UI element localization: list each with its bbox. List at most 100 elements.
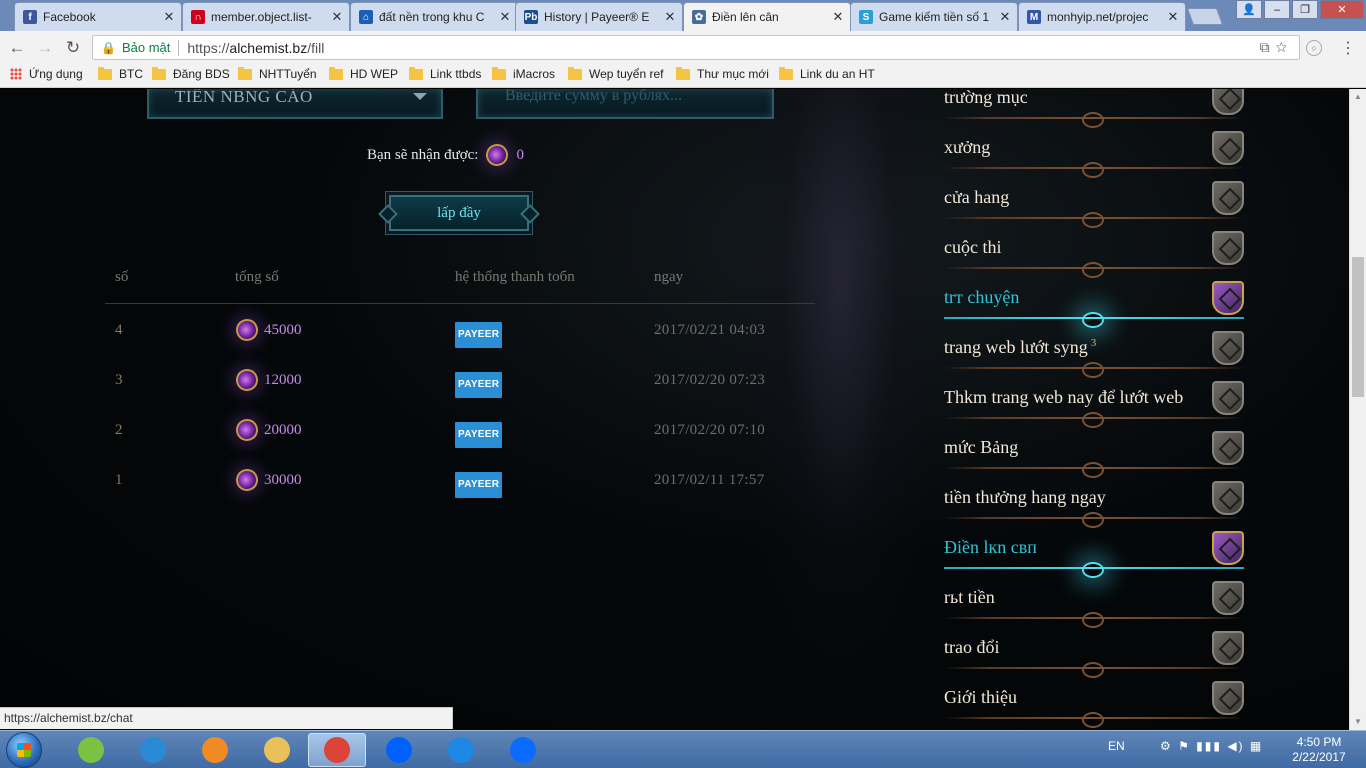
- row-amount: 12000: [231, 364, 302, 396]
- bookmark-folder[interactable]: Link ttbds: [409, 66, 481, 81]
- taskbar-app-internet-explorer[interactable]: [124, 733, 182, 767]
- bookmark-folder[interactable]: Thư mục mới: [676, 66, 769, 81]
- browser-tab[interactable]: f Facebook ✕: [14, 2, 182, 31]
- browser-tab[interactable]: ∩ member.object.list- ✕: [182, 2, 350, 31]
- reload-button[interactable]: ↻: [62, 37, 84, 59]
- ornamental-divider: [944, 162, 1244, 178]
- taskbar-app-zalo[interactable]: [494, 733, 552, 767]
- chrome-icon: [324, 737, 350, 763]
- taskbar-app-dropbox[interactable]: [370, 733, 428, 767]
- browser-tab[interactable]: Mmonhyip.net/projec ✕: [1018, 2, 1186, 31]
- start-button[interactable]: [6, 732, 42, 768]
- row-amount-value: 20000: [264, 422, 302, 438]
- ornamental-divider: [944, 262, 1244, 278]
- side-menu-item[interactable]: Thkm trang web nay để lướt web: [944, 381, 1244, 437]
- side-menu-label-text: cửa hang: [944, 187, 1010, 207]
- side-menu-item[interactable]: cửa hang: [944, 181, 1244, 237]
- back-button[interactable]: ←: [6, 37, 28, 59]
- extension-icon[interactable]: ○: [1306, 40, 1322, 56]
- close-tab-icon[interactable]: ✕: [329, 9, 345, 25]
- system-tray-icons[interactable]: ⚙ ⚑ ▮▮▮ ◀) ▦: [1160, 739, 1263, 753]
- side-menu-item[interactable]: Điền lкn свп: [944, 531, 1244, 587]
- secure-label[interactable]: Bảo mật: [122, 40, 170, 55]
- currency-select[interactable]: TIỀN NBNG CÁO: [147, 89, 443, 119]
- chrome-menu-icon[interactable]: ⋮: [1340, 38, 1356, 58]
- close-tab-icon[interactable]: ✕: [497, 9, 513, 25]
- side-menu-item[interactable]: Giới thiệu: [944, 681, 1244, 730]
- new-tab-button[interactable]: [1186, 8, 1224, 25]
- taskbar-app-media-player[interactable]: [186, 733, 244, 767]
- payeer-badge: PAYEER: [455, 472, 503, 498]
- scroll-up-icon[interactable]: ▲: [1350, 89, 1366, 105]
- shield-icon: [1212, 181, 1244, 215]
- favicon-icon: ∩: [191, 10, 205, 24]
- taskbar-app-cốc-cốc[interactable]: [62, 733, 120, 767]
- browser-tab[interactable]: S Game kiếm tiền số 1 ✕: [850, 2, 1018, 31]
- side-menu-item[interactable]: trao đổi: [944, 631, 1244, 687]
- bookmark-label: iMacros: [513, 67, 556, 81]
- folder-icon: [568, 66, 582, 80]
- vertical-scrollbar[interactable]: ▲ ▼: [1349, 89, 1366, 730]
- amount-input[interactable]: Введите сумму в рублях...: [476, 89, 774, 119]
- bookmark-folder[interactable]: iMacros: [492, 66, 556, 81]
- side-menu-item[interactable]: trang web lướt syng 3: [944, 331, 1244, 387]
- taskbar-app-coc-coc-2[interactable]: [432, 733, 490, 767]
- tab-title: History | Payeer® E: [544, 10, 650, 24]
- row-amount-value: 12000: [264, 372, 302, 388]
- bookmark-folder[interactable]: NHTTuyển: [238, 66, 317, 81]
- tab-title: member.object.list-: [211, 10, 312, 24]
- side-menu-label: trang web lướt syng 3: [944, 337, 1096, 358]
- row-number: 4: [115, 322, 123, 338]
- language-indicator[interactable]: EN: [1108, 739, 1125, 753]
- side-menu-item[interactable]: xưởng: [944, 131, 1244, 187]
- close-window-button[interactable]: ✕: [1320, 0, 1364, 19]
- bookmark-apps[interactable]: Ứng dụng: [10, 67, 83, 81]
- row-amount-value: 45000: [264, 322, 302, 338]
- bookmark-folder[interactable]: Link du an HT: [779, 66, 875, 81]
- side-menu-item[interactable]: rьt tiền: [944, 581, 1244, 637]
- address-bar[interactable]: 🔒 Bảo mật https://alchemist.bz/fill ⧉☆: [92, 35, 1300, 60]
- side-menu-item[interactable]: cuộc thi: [944, 231, 1244, 287]
- side-menu-item[interactable]: trт chuyện: [944, 281, 1244, 337]
- bookmark-folder[interactable]: Đăng BDS: [152, 66, 230, 81]
- scroll-down-icon[interactable]: ▼: [1350, 714, 1366, 730]
- shield-icon: [1212, 281, 1244, 315]
- profile-button[interactable]: 👤: [1236, 0, 1262, 19]
- scrollbar-thumb[interactable]: [1352, 257, 1364, 397]
- taskbar-clock[interactable]: 4:50 PM 2/22/2017: [1284, 735, 1354, 765]
- browser-tab[interactable]: ⌂ đất nền trong khu C ✕: [350, 2, 518, 31]
- url-text[interactable]: https://alchemist.bz/fill: [187, 40, 324, 56]
- close-tab-icon[interactable]: ✕: [830, 9, 846, 25]
- taskbar-app-chrome[interactable]: [308, 733, 366, 767]
- ornamental-divider: [944, 112, 1244, 128]
- shield-icon: [1212, 531, 1244, 565]
- fill-button[interactable]: lấp đầy: [389, 195, 529, 231]
- browser-tab[interactable]: Pb History | Payeer® E ✕: [515, 2, 683, 31]
- row-number: 1: [115, 472, 123, 488]
- close-tab-icon[interactable]: ✕: [1165, 9, 1181, 25]
- close-tab-icon[interactable]: ✕: [997, 9, 1013, 25]
- translate-and-bookmark-icons[interactable]: ⧉☆: [1260, 39, 1293, 56]
- side-menu-label-text: tiền thưởng hang ngay: [944, 487, 1106, 507]
- side-menu-label-text: Giới thiệu: [944, 687, 1018, 707]
- close-tab-icon[interactable]: ✕: [161, 9, 177, 25]
- table-header-payment-system: hệ thống thanh toбn: [455, 269, 575, 285]
- row-amount: 45000: [231, 314, 302, 346]
- close-tab-icon[interactable]: ✕: [662, 9, 678, 25]
- row-payment-system: PAYEER: [455, 422, 503, 448]
- bookmark-folder[interactable]: HD WEP: [329, 66, 398, 81]
- restore-button[interactable]: ❐: [1292, 0, 1318, 19]
- side-menu-item[interactable]: mức Bảng: [944, 431, 1244, 487]
- bookmark-folder[interactable]: Wep tuyển ref: [568, 66, 663, 81]
- bookmark-folder[interactable]: BTC: [98, 66, 143, 81]
- side-menu-item[interactable]: tiền thưởng hang ngay: [944, 481, 1244, 537]
- taskbar-app-file-explorer[interactable]: [248, 733, 306, 767]
- browser-tab[interactable]: ✿ Điền lên cân ✕: [683, 2, 851, 31]
- side-menu-item[interactable]: trường mục: [944, 89, 1244, 137]
- shield-icon: [1212, 381, 1244, 415]
- forward-button[interactable]: →: [34, 37, 56, 59]
- ornamental-divider: [944, 712, 1244, 728]
- minimize-button[interactable]: –: [1264, 0, 1290, 19]
- tab-title: đất nền trong khu C: [379, 10, 485, 24]
- bookmark-label: Link du an HT: [800, 67, 875, 81]
